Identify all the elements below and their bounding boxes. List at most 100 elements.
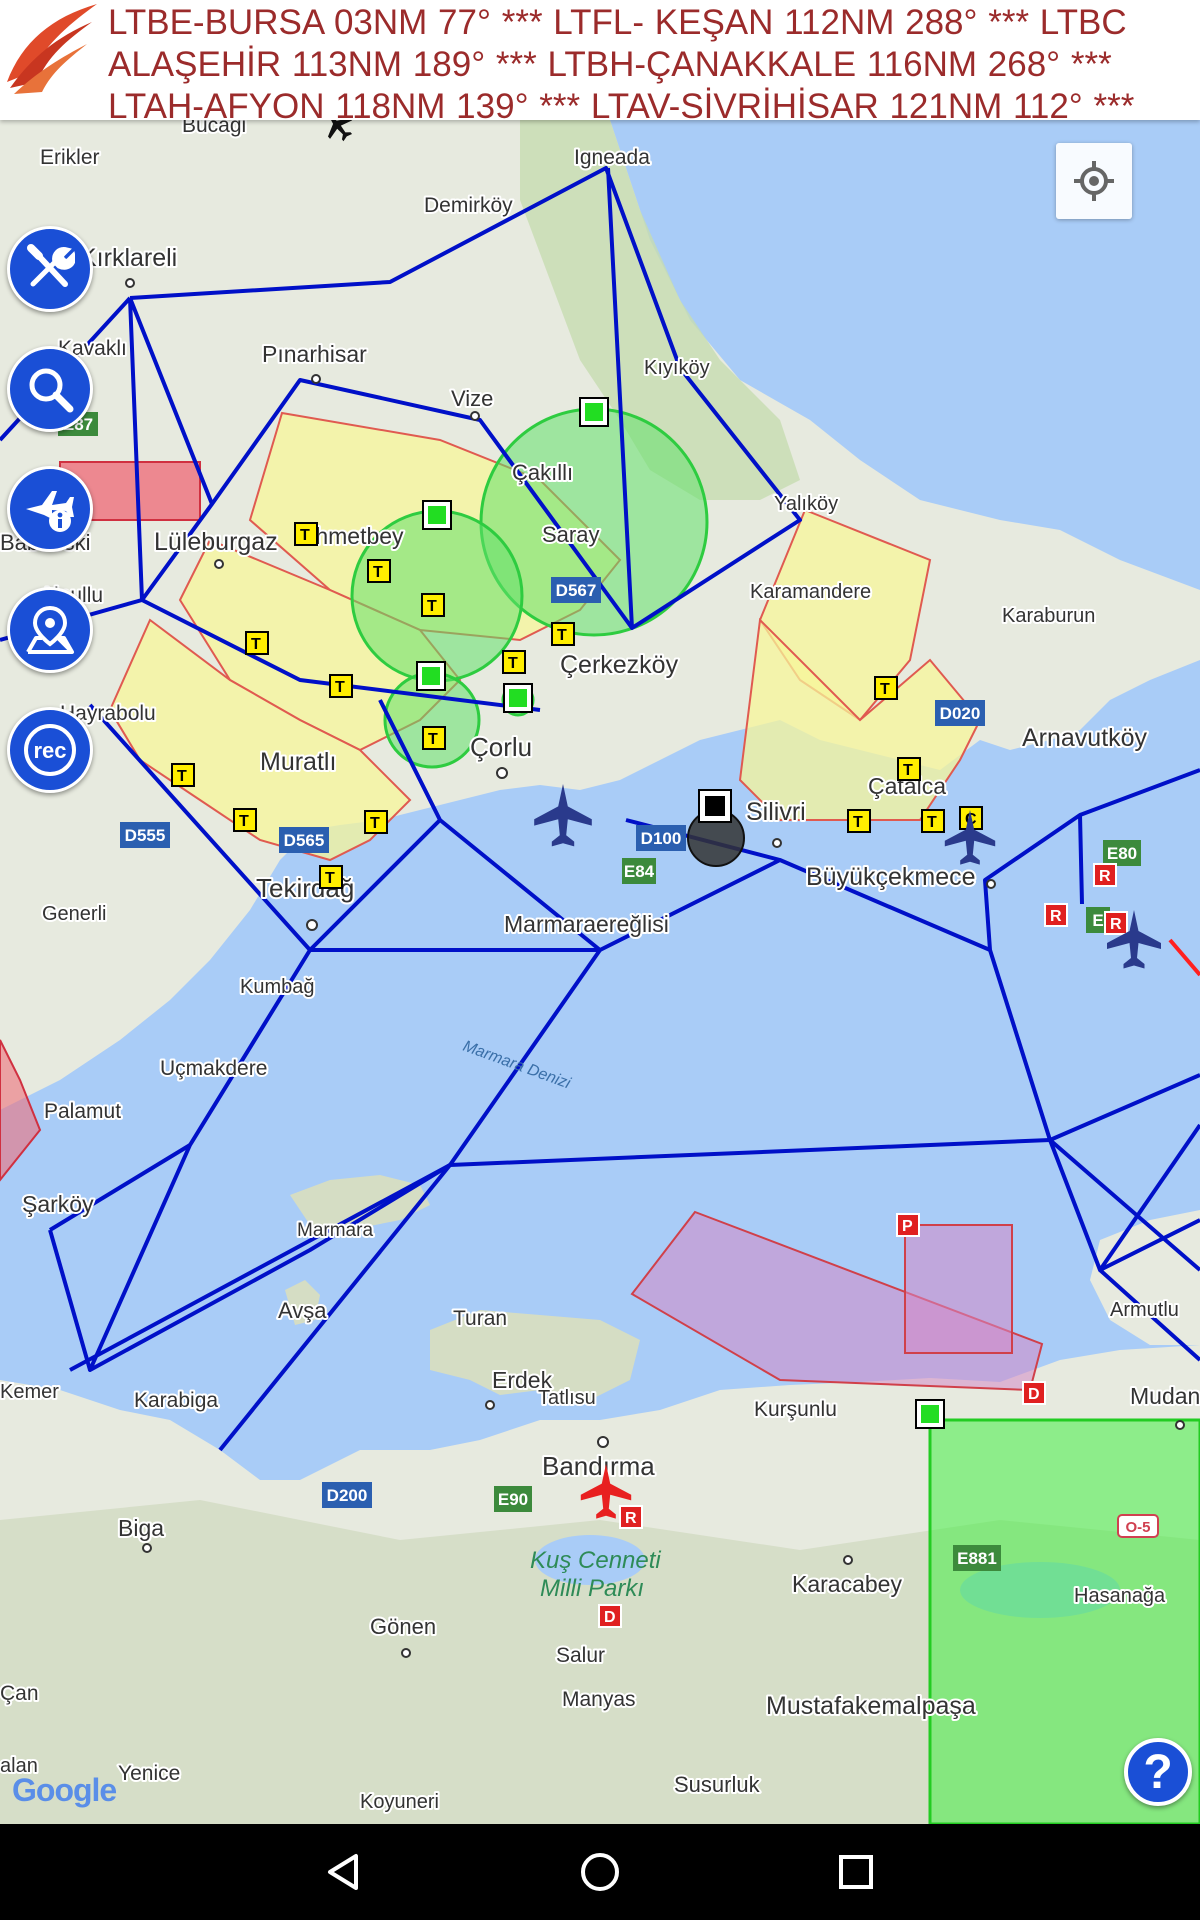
- place-hasanaga: Hasanağa: [1074, 1585, 1166, 1607]
- svg-text:D200: D200: [327, 1486, 368, 1505]
- nav-home-button[interactable]: [570, 1842, 630, 1902]
- road-e881: E881: [953, 1545, 1001, 1571]
- road-e84: E84: [622, 858, 656, 884]
- road-d565: D565: [279, 827, 329, 853]
- svg-text:D020: D020: [940, 704, 981, 723]
- place-sarkoy: Şarköy: [22, 1191, 94, 1217]
- place-ucmakdere: Uçmakdere: [160, 1057, 267, 1080]
- t-marker: T: [874, 676, 898, 700]
- place-karacabey: Karacabey: [792, 1571, 902, 1597]
- place-generli: Generli: [42, 903, 106, 925]
- system-navigation-bar: [0, 1824, 1200, 1920]
- nearest-airports-ticker: LTBE-BURSA 03NM 77° *** LTFL- KEŞAN 112N…: [0, 0, 1200, 120]
- place-turan: Turan: [453, 1307, 507, 1330]
- place-demirkoy: Demirköy: [424, 194, 513, 217]
- nav-recents-button[interactable]: [826, 1842, 886, 1902]
- r-marker: R: [619, 1505, 643, 1529]
- plane-info-icon: [26, 491, 74, 532]
- aircraft-icon: [534, 784, 592, 847]
- place-muratli: Muratlı: [260, 748, 336, 776]
- place-manyas: Manyas: [562, 1688, 636, 1711]
- road-d555: D555: [120, 822, 170, 848]
- help-button[interactable]: ?: [1124, 1738, 1192, 1806]
- p-marker: P: [896, 1213, 920, 1237]
- svg-text:D565: D565: [284, 831, 325, 850]
- place-tatlisu: Tatlısu: [538, 1387, 596, 1409]
- current-position-marker: [687, 789, 745, 867]
- place-mustafakemalpasa: Mustafakemalpaşa: [766, 1692, 976, 1720]
- svg-text:T: T: [508, 655, 518, 672]
- place-bucagi: Bucaği: [182, 120, 246, 137]
- place-saray: Saray: [542, 522, 599, 547]
- t-marker: T: [921, 809, 945, 833]
- svg-text:T: T: [903, 762, 913, 779]
- google-attribution: Google: [12, 1772, 117, 1809]
- ticker-text: LTBE-BURSA 03NM 77° *** LTFL- KEŞAN 112N…: [108, 3, 1135, 120]
- airport-info-button[interactable]: [7, 466, 93, 552]
- t-marker: T: [367, 559, 391, 583]
- place-pinarhisar: Pınarhisar: [262, 341, 367, 367]
- place-susurluk: Susurluk: [674, 1772, 761, 1797]
- svg-text:rec: rec: [33, 738, 66, 763]
- svg-text:O-5: O-5: [1125, 1519, 1150, 1536]
- place-kirklareli: Kırklareli: [80, 244, 177, 272]
- road-d567: D567: [551, 577, 601, 603]
- nav-back-button[interactable]: [314, 1842, 374, 1902]
- sea-label: Marmara Denizi: [461, 1038, 573, 1093]
- map-canvas[interactable]: E87 D567 D555 D565 D100 E84 D020 E80 E D…: [0, 120, 1200, 1824]
- svg-text:R: R: [1050, 908, 1062, 925]
- svg-text:R: R: [1099, 868, 1111, 885]
- place-cakilli: Çakıllı: [512, 460, 573, 485]
- place-karamandere: Karamandere: [750, 581, 871, 603]
- wrench-screwdriver-icon: [27, 244, 75, 287]
- place-karaburun: Karaburun: [1002, 605, 1095, 627]
- place-kursunlu: Kurşunlu: [754, 1398, 837, 1421]
- svg-text:T: T: [880, 681, 890, 698]
- place-luleburgaz: Lüleburgaz: [154, 528, 278, 556]
- place-marmaraereglisi: Marmaraereğlisi: [504, 911, 669, 937]
- svg-text:T: T: [177, 768, 187, 785]
- svg-text:E80: E80: [1107, 844, 1137, 863]
- svg-text:D555: D555: [125, 826, 166, 845]
- place-mudanya: Mudan: [1130, 1383, 1200, 1409]
- svg-text:R: R: [625, 1510, 637, 1527]
- park-label-1: Kuş Cenneti: [530, 1547, 661, 1574]
- map-pin-icon: [26, 605, 74, 654]
- t-marker: T: [847, 809, 871, 833]
- place-salur: Salur: [556, 1644, 605, 1667]
- svg-text:T: T: [427, 598, 437, 615]
- recents-square-icon: [839, 1855, 873, 1889]
- red-airway: [1168, 938, 1200, 977]
- t-marker: T: [319, 865, 343, 889]
- svg-text:T: T: [557, 627, 567, 644]
- svg-text:T: T: [325, 870, 335, 887]
- record-button[interactable]: rec: [7, 707, 93, 793]
- place-palamut: Palamut: [44, 1100, 121, 1123]
- svg-text:D: D: [1028, 1386, 1040, 1403]
- my-location-button[interactable]: [1056, 143, 1132, 219]
- map-svg[interactable]: E87 D567 D555 D565 D100 E84 D020 E80 E D…: [0, 120, 1200, 1824]
- svg-text:T: T: [300, 527, 310, 544]
- place-biga: Biga: [118, 1515, 164, 1541]
- search-button[interactable]: [7, 346, 93, 432]
- road-d020: D020: [935, 700, 985, 726]
- svg-text:D100: D100: [641, 829, 682, 848]
- place-bandirma: Bandırma: [542, 1451, 655, 1481]
- google-logo-text: Google: [12, 1772, 117, 1808]
- d-marker: D: [1022, 1381, 1046, 1405]
- place-yenice: Yenice: [118, 1762, 180, 1785]
- svg-text:D567: D567: [556, 581, 597, 600]
- tools-button[interactable]: [7, 226, 93, 312]
- app-logo-icon: [7, 4, 97, 94]
- road-e80: E80: [1103, 840, 1141, 866]
- t-marker: T: [421, 593, 445, 617]
- svg-text:T: T: [853, 814, 863, 831]
- svg-text:R: R: [1110, 916, 1122, 933]
- map-pin-button[interactable]: [7, 587, 93, 673]
- t-marker: T: [233, 808, 257, 832]
- road-d200: D200: [322, 1482, 372, 1508]
- place-silivri: Silivri: [746, 798, 806, 826]
- svg-text:E90: E90: [498, 1490, 528, 1509]
- road-e90: E90: [494, 1486, 532, 1512]
- aircraft-icon: [944, 810, 996, 865]
